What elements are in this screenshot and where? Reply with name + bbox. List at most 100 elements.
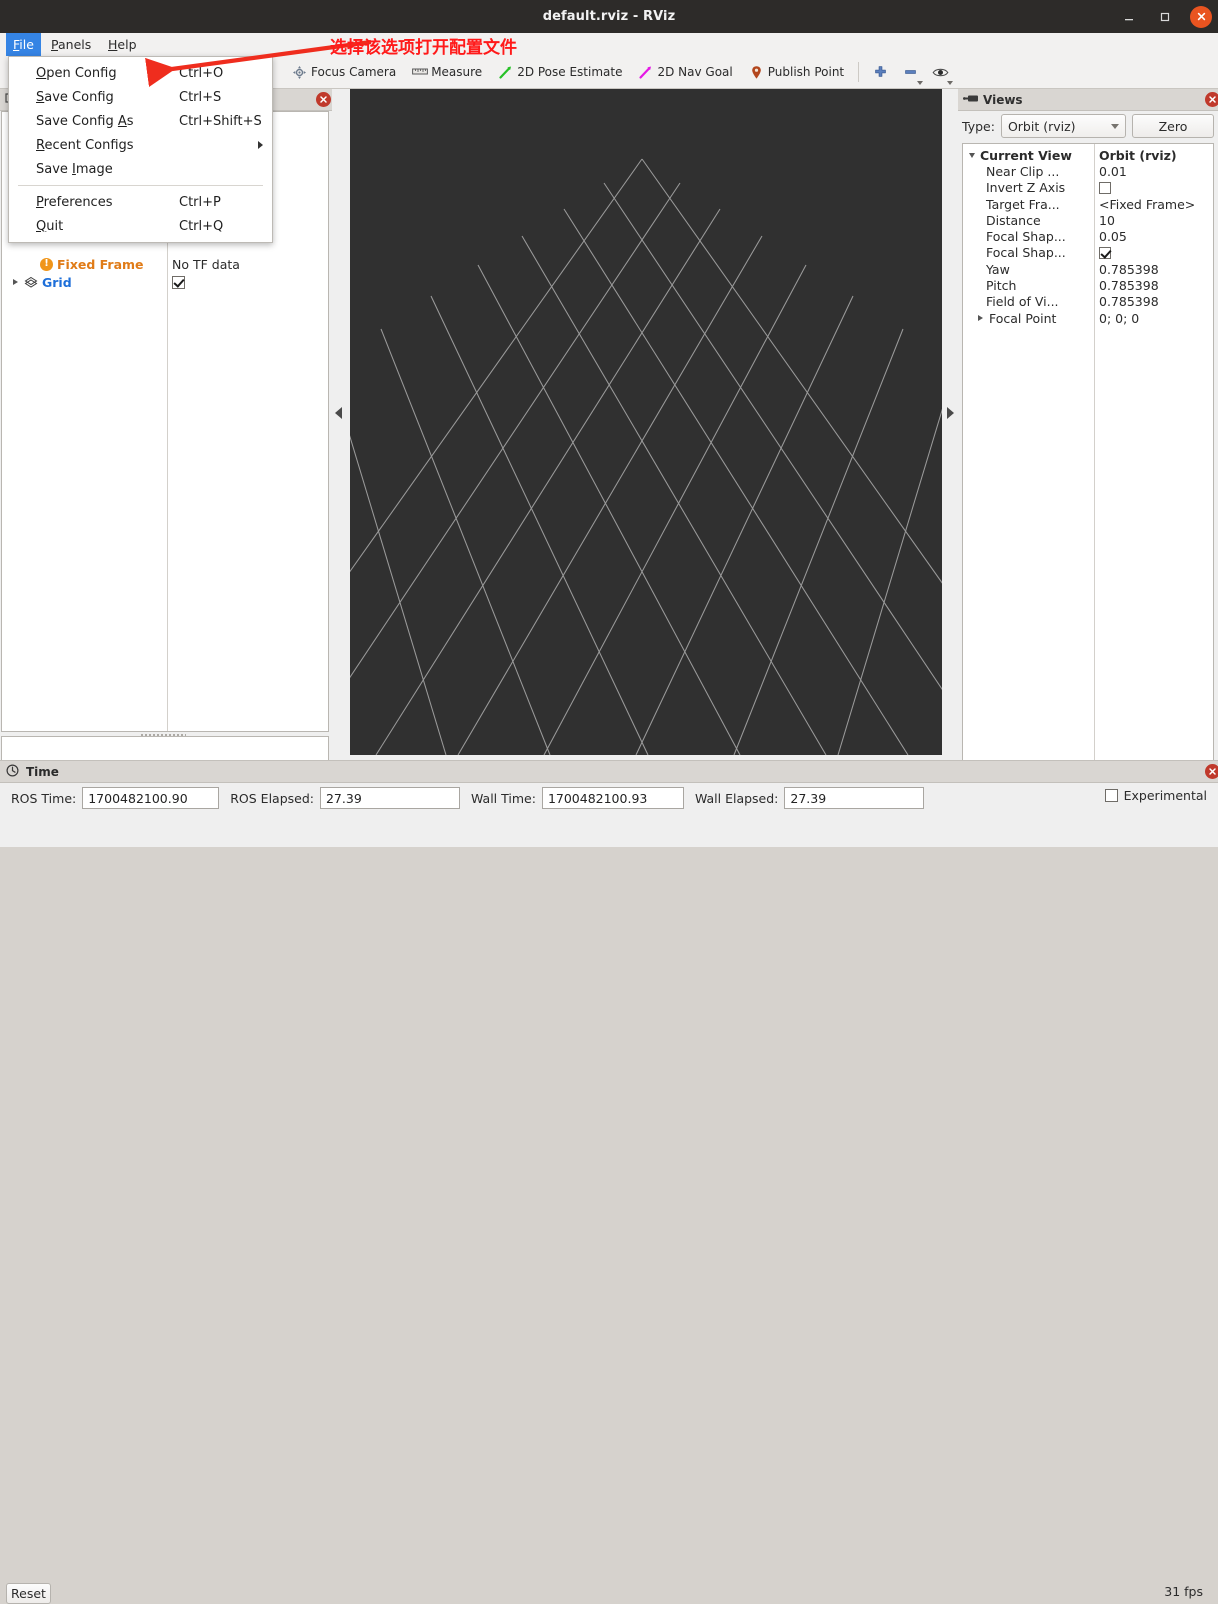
experimental-checkbox[interactable] [1105,789,1118,802]
views-row[interactable]: Focal Point 0; 0; 0 [963,310,1214,326]
tool-2d-pose-estimate[interactable]: 2D Pose Estimate [490,56,630,88]
menu-item-preferences[interactable]: Preferences Ctrl+P [9,190,272,214]
view-type-row: Type: Orbit (rviz) Zero [962,114,1214,138]
views-row[interactable]: Distance 10 [963,212,1214,228]
collapse-arrow-icon[interactable] [969,153,975,158]
views-row[interactable]: Invert Z Axis [963,180,1214,196]
time-panel-header: Time [0,760,1218,783]
submenu-arrow-icon [258,141,263,149]
move-camera-icon [292,65,307,80]
views-row[interactable]: Focal Shap... 0.05 [963,229,1214,245]
measure-icon [412,65,427,80]
wall-elapsed-label: Wall Elapsed: [695,791,778,806]
views-row-value: 0.05 [1099,229,1127,245]
maximize-icon[interactable] [1154,6,1176,28]
file-menu-dropdown[interactable]: Open Config Ctrl+O Save Config Ctrl+S Sa… [8,56,273,243]
wall-time-input[interactable]: 1700482100.93 [542,787,684,809]
right-splitter[interactable] [944,89,958,755]
views-row[interactable]: Focal Shap... [963,245,1214,261]
menu-panels[interactable]: Panels [44,33,98,56]
views-row-checkbox[interactable] [1099,245,1111,261]
views-row-label: Focal Shap... [986,245,1066,260]
views-tree[interactable]: Current View Orbit (rviz) Near Clip ... … [962,143,1214,804]
time-panel-title: Time [26,765,59,779]
menu-item-open-config[interactable]: Open Config Ctrl+O [9,61,272,85]
views-row-checkbox[interactable] [1099,180,1111,196]
displays-close-icon[interactable] [316,92,331,107]
zero-button[interactable]: Zero [1132,114,1214,138]
ros-elapsed-input[interactable]: 27.39 [320,787,460,809]
nav-goal-arrow-magenta-icon [638,65,653,80]
menu-item-accelerator: Ctrl+O [179,66,223,81]
display-value: No TF data [172,255,240,273]
left-splitter[interactable] [332,89,348,755]
add-tool-icon[interactable] [865,56,895,88]
view-type-label: Type: [962,119,995,134]
grid-render [350,89,942,755]
views-panel-title: Views [983,93,1023,107]
ros-time-input[interactable]: 1700482100.90 [82,787,219,809]
menu-item-accelerator: Ctrl+S [179,90,221,105]
tool-focus-camera[interactable]: Focus Camera [284,56,404,88]
menu-item-save-config-as[interactable]: Save Config As Ctrl+Shift+S [9,109,272,133]
rviz-window: default.rviz - RViz File Panels Help [0,0,1218,847]
views-row[interactable]: Near Clip ... 0.01 [963,163,1214,179]
pose-arrow-green-icon [498,65,513,80]
experimental-toggle[interactable]: Experimental [1105,788,1207,803]
views-row[interactable]: Yaw 0.785398 [963,261,1214,277]
views-row-label: Yaw [986,262,1010,277]
expand-arrow-icon[interactable] [975,309,985,327]
menu-bar: File Panels Help [0,33,1218,57]
display-row-grid[interactable]: Grid [2,273,329,291]
menu-item-save-config[interactable]: Save Config Ctrl+S [9,85,272,109]
expand-arrow-icon[interactable] [10,273,20,291]
views-panel-header: Views [958,89,1218,111]
minimize-icon[interactable] [1118,6,1140,28]
tool-measure[interactable]: Measure [404,56,490,88]
clock-icon [6,764,21,779]
menu-item-accelerator: Ctrl+Q [179,219,223,234]
collapse-right-icon[interactable] [947,407,954,419]
chevron-down-icon[interactable] [917,81,923,85]
views-row[interactable]: Field of Vi... 0.785398 [963,294,1214,310]
menu-item-quit[interactable]: Quit Ctrl+Q [9,214,272,238]
experimental-label: Experimental [1124,788,1207,803]
views-close-icon[interactable] [1205,92,1218,107]
menu-item-label: Open Config [36,66,117,81]
visibility-icon[interactable] [925,56,955,88]
collapse-left-icon[interactable] [335,407,342,419]
menu-item-recent-configs[interactable]: Recent Configs [9,133,272,157]
tool-label: 2D Nav Goal [657,65,732,79]
wall-elapsed-input[interactable]: 27.39 [784,787,924,809]
ros-time-label: ROS Time: [11,791,76,806]
display-label: Grid [42,275,72,290]
tool-publish-point[interactable]: Publish Point [741,56,852,88]
time-fields-row: ROS Time: 1700482100.90 ROS Elapsed: 27.… [0,785,1218,811]
remove-tool-icon[interactable] [895,56,925,88]
menu-file[interactable]: File [6,33,41,56]
3d-viewport[interactable] [350,89,942,755]
toolbar-separator [858,62,859,82]
views-row-label: Focal Shap... [986,229,1066,244]
views-row[interactable]: Pitch 0.785398 [963,277,1214,293]
reset-button[interactable]: Reset [6,1583,51,1604]
tool-label: 2D Pose Estimate [517,65,622,79]
menu-help[interactable]: Help [101,33,144,56]
window-title: default.rviz - RViz [0,0,1218,33]
time-close-icon[interactable] [1205,764,1218,779]
view-type-select[interactable]: Orbit (rviz) [1001,114,1126,138]
map-pin-icon [749,65,764,80]
tool-label: Focus Camera [311,65,396,79]
menu-item-label: Quit [36,219,63,234]
views-row[interactable]: Current View Orbit (rviz) [963,147,1214,163]
menu-item-save-image[interactable]: Save Image [9,157,272,181]
views-row-label: Focal Point [989,311,1056,326]
close-icon[interactable] [1190,6,1212,28]
fps-counter: 31 fps [1164,1584,1203,1599]
display-enabled-checkbox[interactable] [172,273,185,291]
chevron-down-icon[interactable] [947,81,953,85]
views-row[interactable]: Target Fra... <Fixed Frame> [963,196,1214,212]
tool-2d-nav-goal[interactable]: 2D Nav Goal [630,56,740,88]
views-row-label: Invert Z Axis [986,180,1065,195]
display-row-fixed-frame[interactable]: ! Fixed Frame No TF data [2,255,329,273]
